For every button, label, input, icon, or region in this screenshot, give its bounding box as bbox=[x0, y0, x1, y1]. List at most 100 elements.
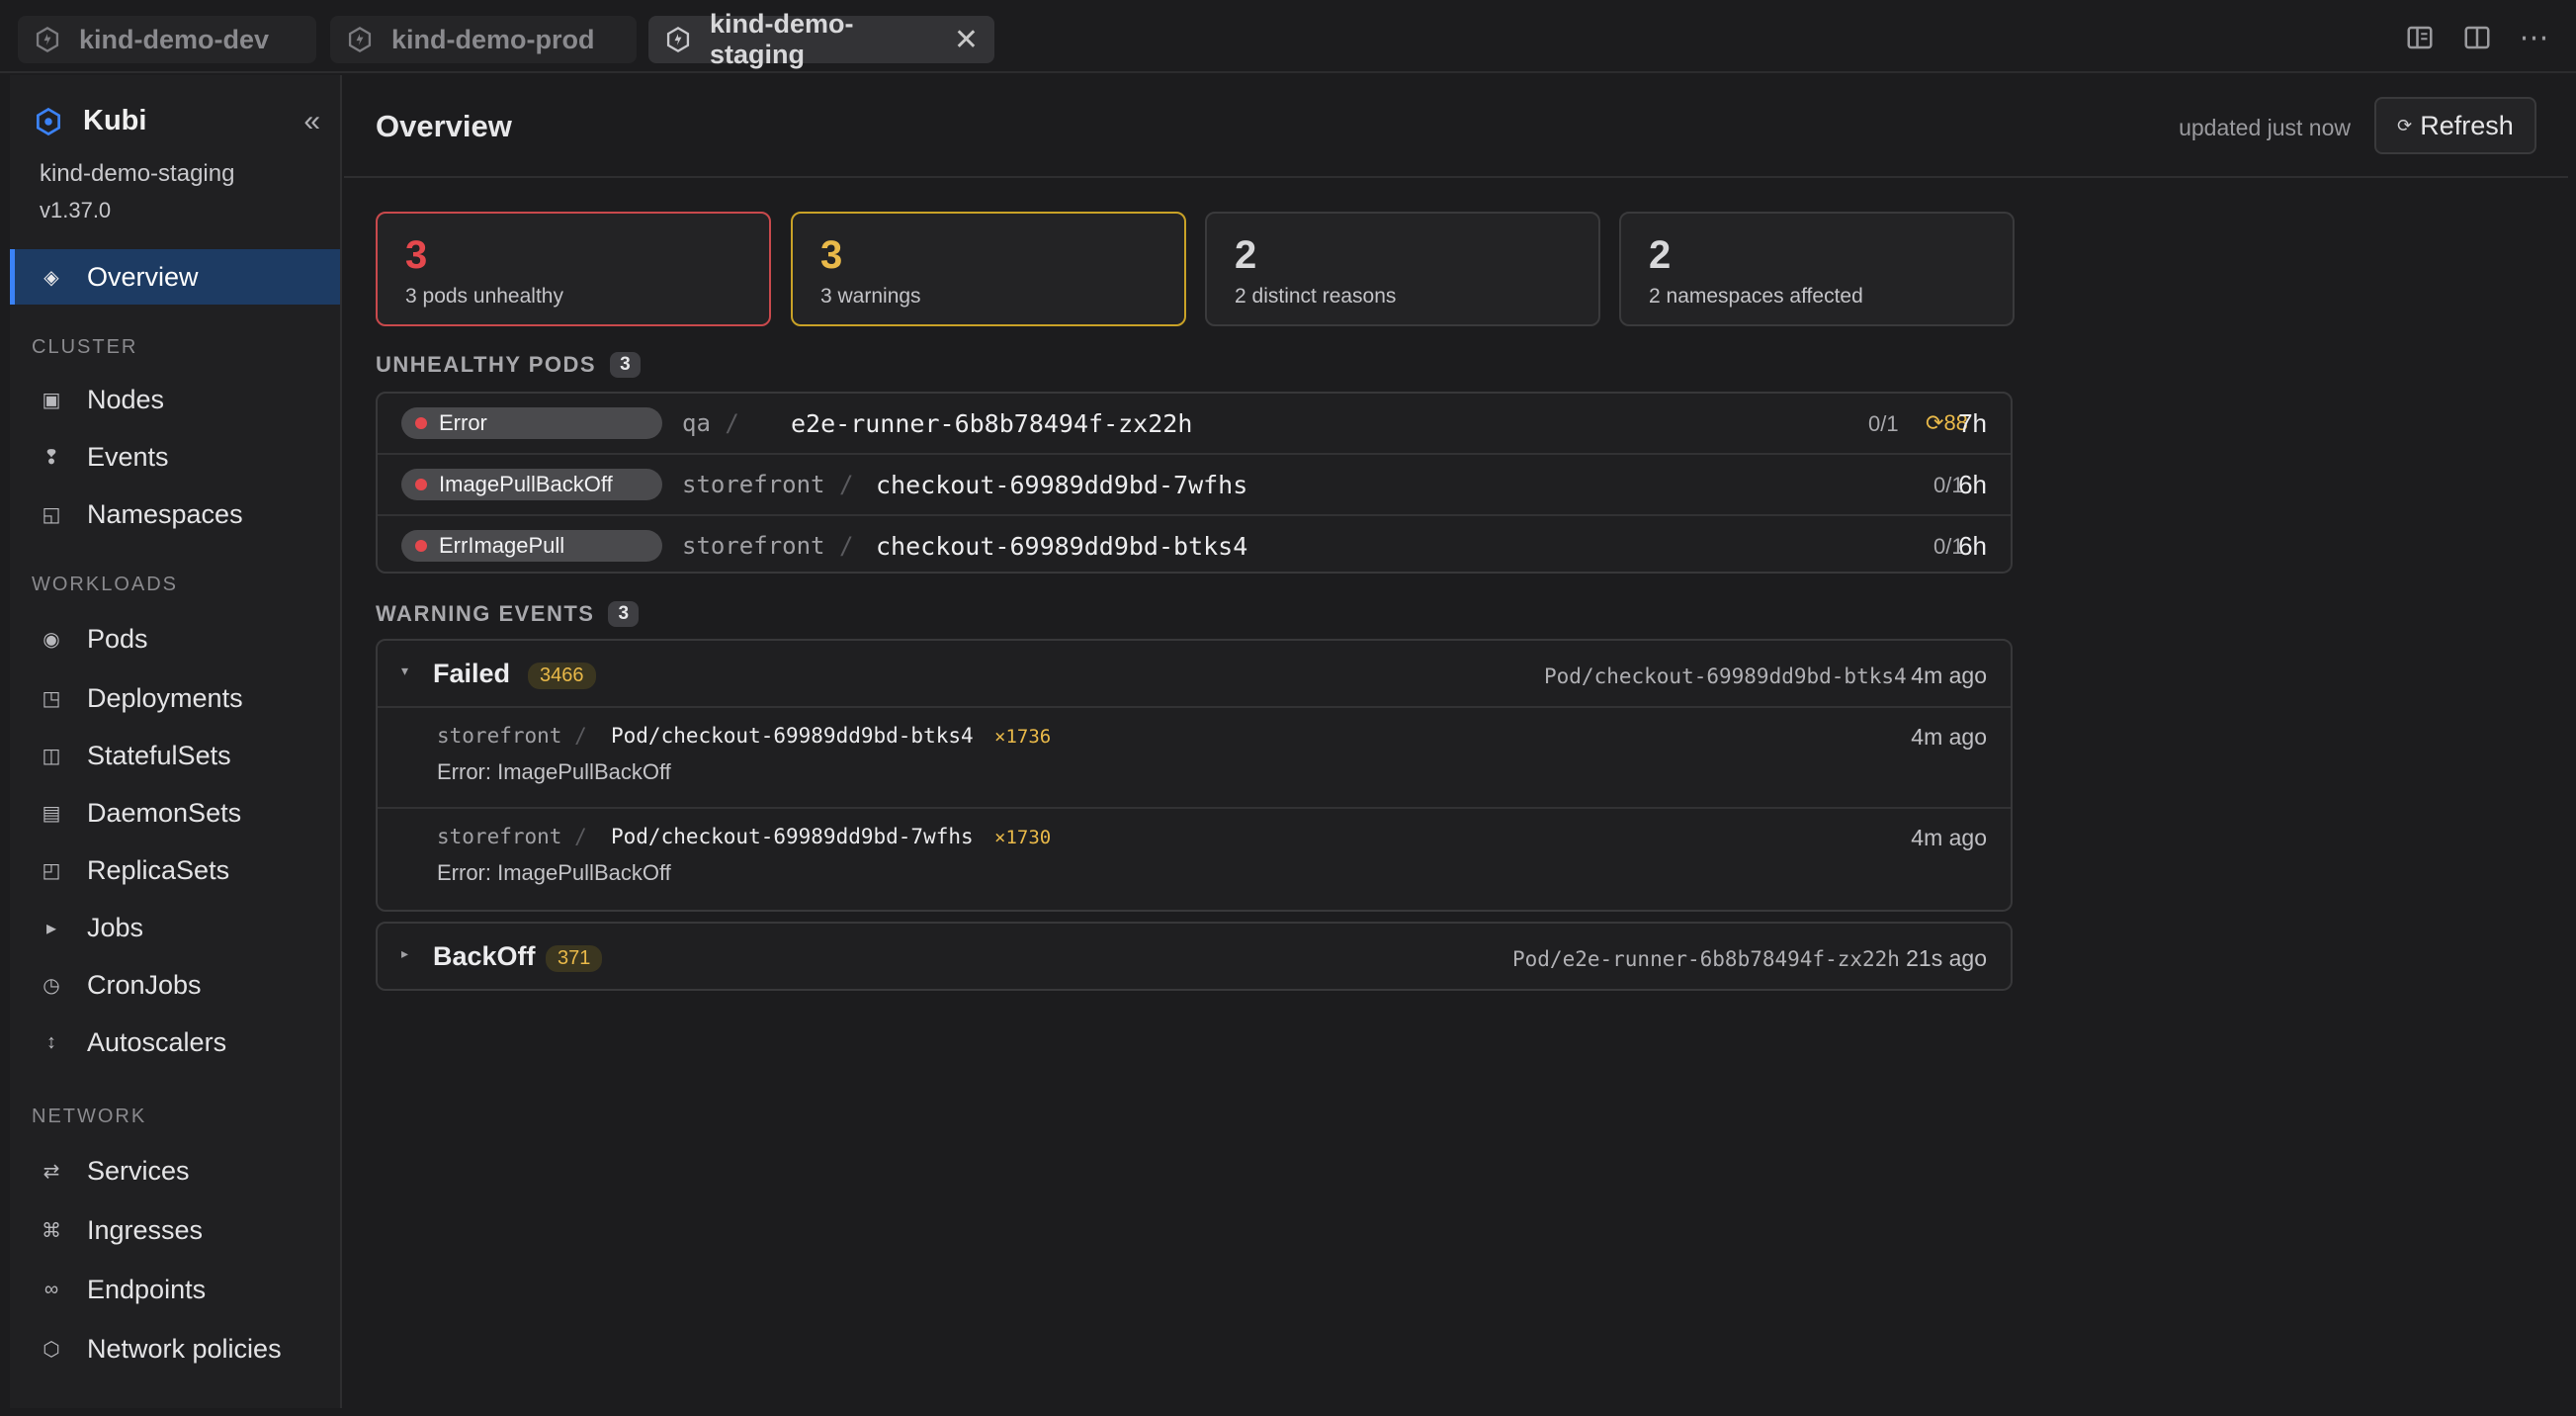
count-badge: 3 bbox=[608, 601, 640, 627]
tab-label: kind-demo-staging bbox=[710, 9, 854, 69]
panel-toggle-icon[interactable] bbox=[2402, 20, 2438, 55]
kubi-logo-icon bbox=[37, 107, 60, 135]
warning-reason: Failed bbox=[433, 659, 511, 688]
last-seen: 4m ago bbox=[1911, 663, 1987, 688]
event-message: Error: ImagePullBackOff bbox=[437, 860, 671, 885]
sidebar-item-namespaces[interactable]: ◱ Namespaces bbox=[10, 487, 340, 542]
tab-kind-demo-dev[interactable]: kind-demo-dev bbox=[18, 16, 316, 63]
tab-kind-demo-prod[interactable]: kind-demo-prod bbox=[330, 16, 637, 63]
collapse-sidebar-icon[interactable]: « bbox=[303, 105, 320, 138]
sidebar-item-network-policies[interactable]: ⬡ Network policies bbox=[10, 1321, 340, 1376]
sidebar-item-ingresses[interactable]: ⌘ Ingresses bbox=[10, 1202, 340, 1258]
page-header: Overview updated just now ⟳ Refresh bbox=[344, 75, 2568, 178]
namespace-text: qa bbox=[682, 409, 711, 437]
split-view-icon[interactable] bbox=[2459, 20, 2495, 55]
updated-status: updated just now bbox=[2179, 115, 2351, 140]
pod-namespace: qa / bbox=[682, 409, 739, 437]
cluster-version: v1.37.0 bbox=[40, 198, 112, 222]
unhealthy-pods-heading: UNHEALTHY PODS 3 bbox=[376, 352, 641, 378]
sidebar-item-cronjobs[interactable]: ◷ CronJobs bbox=[10, 957, 340, 1013]
sidebar-item-daemonsets[interactable]: ▤ DaemonSets bbox=[10, 785, 340, 841]
card-namespaces-affected[interactable]: 2 2 namespaces affected bbox=[1619, 212, 2015, 326]
sidebar-item-label: Overview bbox=[87, 261, 199, 292]
tab-label: kind-demo-prod bbox=[391, 24, 595, 54]
sidebar-item-label: Deployments bbox=[87, 682, 243, 713]
kubernetes-icon bbox=[666, 26, 690, 53]
chevron-down-icon: ▾ bbox=[401, 663, 409, 678]
unhealthy-pods-list: Error qa / e2e-runner-6b8b78494f-zx22h 0… bbox=[376, 392, 2013, 574]
event-row[interactable]: storefront / Pod/checkout-69989dd9bd-btk… bbox=[378, 706, 2011, 807]
event-multiplier: ×1730 bbox=[994, 827, 1052, 848]
card-value: 3 bbox=[820, 233, 843, 277]
tab-bar: kind-demo-dev kind-demo-prod kind-demo-s… bbox=[0, 0, 2576, 73]
tab-kind-demo-staging[interactable]: kind-demo-staging ✕ bbox=[648, 9, 994, 69]
sidebar-item-overview[interactable]: ◈ Overview bbox=[10, 249, 340, 305]
card-label: 2 distinct reasons bbox=[1235, 285, 1397, 308]
sidebar-item-statefulsets[interactable]: ◫ StatefulSets bbox=[10, 728, 340, 783]
deployment-icon: ◳ bbox=[42, 687, 61, 710]
sidebar-item-endpoints[interactable]: ∞ Endpoints bbox=[10, 1262, 340, 1317]
sidebar-item-label: Nodes bbox=[87, 384, 165, 414]
sidebar: Kubi « kind-demo-staging v1.37.0 ◈ Overv… bbox=[10, 75, 342, 1408]
sidebar-item-label: Namespaces bbox=[87, 498, 243, 529]
namespace-text: storefront bbox=[682, 471, 825, 498]
pod-row[interactable]: ErrImagePull storefront / checkout-69989… bbox=[378, 514, 2011, 572]
status-badge: Error bbox=[401, 407, 662, 439]
hexagon-icon: ⬡ bbox=[43, 1338, 60, 1361]
section-title: WARNING EVENTS bbox=[376, 601, 595, 626]
refresh-icon: ⟳ bbox=[2397, 115, 2413, 135]
card-distinct-reasons[interactable]: 2 2 distinct reasons bbox=[1205, 212, 1600, 326]
kubernetes-icon bbox=[348, 26, 372, 53]
occurrence-count: 3466 bbox=[528, 663, 596, 689]
pod-row[interactable]: Error qa / e2e-runner-6b8b78494f-zx22h 0… bbox=[378, 394, 2011, 453]
sidebar-item-services[interactable]: ⇄ Services bbox=[10, 1143, 340, 1198]
separator: / bbox=[838, 532, 854, 560]
refresh-button[interactable]: ⟳ Refresh bbox=[2374, 97, 2536, 154]
replicaset-icon: ◰ bbox=[42, 859, 61, 882]
event-time: 4m ago bbox=[1911, 825, 1987, 850]
event-row[interactable]: storefront / Pod/checkout-69989dd9bd-7wf… bbox=[378, 807, 2011, 908]
section-title: UNHEALTHY PODS bbox=[376, 352, 597, 377]
error-dot-icon bbox=[415, 417, 427, 429]
status-text: ImagePullBackOff bbox=[439, 472, 613, 496]
close-tab-icon[interactable]: ✕ bbox=[954, 23, 979, 57]
pod-row[interactable]: ImagePullBackOff storefront / checkout-6… bbox=[378, 453, 2011, 512]
sidebar-item-label: Pods bbox=[87, 623, 148, 654]
card-pods-unhealthy[interactable]: 3 3 pods unhealthy bbox=[376, 212, 771, 326]
warning-group-header[interactable]: ▸ BackOff 371 Pod/e2e-runner-6b8b78494f-… bbox=[378, 924, 2011, 989]
error-dot-icon bbox=[415, 540, 427, 552]
restart-icon: ⟳ bbox=[1926, 410, 1944, 435]
autoscale-icon: ↕ bbox=[46, 1030, 56, 1053]
sidebar-item-label: Endpoints bbox=[87, 1274, 207, 1304]
sidebar-item-deployments[interactable]: ◳ Deployments bbox=[10, 670, 340, 726]
chevron-right-icon: ▸ bbox=[401, 945, 409, 961]
status-text: Error bbox=[439, 410, 487, 435]
node-icon: ▣ bbox=[42, 389, 61, 411]
separator: / bbox=[574, 825, 587, 848]
involved-object: Pod/e2e-runner-6b8b78494f-zx22h bbox=[1512, 947, 1900, 971]
sidebar-item-replicasets[interactable]: ◰ ReplicaSets bbox=[10, 842, 340, 898]
cluster-context: kind-demo-staging bbox=[40, 160, 235, 187]
status-badge: ImagePullBackOff bbox=[401, 469, 662, 500]
warning-group-backoff: ▸ BackOff 371 Pod/e2e-runner-6b8b78494f-… bbox=[376, 922, 2013, 991]
sidebar-item-autoscalers[interactable]: ↕ Autoscalers bbox=[10, 1015, 340, 1070]
card-warnings[interactable]: 3 3 warnings bbox=[791, 212, 1186, 326]
section-network: NETWORK bbox=[32, 1106, 147, 1127]
sidebar-item-jobs[interactable]: ▸ Jobs bbox=[10, 900, 340, 955]
event-icon: ❢ bbox=[43, 446, 60, 469]
sidebar-item-pods[interactable]: ◉ Pods bbox=[10, 611, 340, 666]
sidebar-item-events[interactable]: ❢ Events bbox=[10, 429, 340, 485]
warning-group-failed: ▾ Failed 3466 Pod/checkout-69989dd9bd-bt… bbox=[376, 639, 2013, 912]
statefulset-icon: ◫ bbox=[42, 745, 61, 767]
pod-namespace: storefront / bbox=[682, 471, 853, 498]
occurrence-count: 371 bbox=[546, 945, 603, 972]
namespace-text: storefront bbox=[437, 825, 562, 848]
pod-name: e2e-runner-6b8b78494f-zx22h bbox=[791, 409, 1193, 438]
sidebar-item-nodes[interactable]: ▣ Nodes bbox=[10, 372, 340, 427]
refresh-label: Refresh bbox=[2420, 110, 2514, 140]
arrows-exchange-icon: ⇄ bbox=[43, 1160, 60, 1183]
warning-group-header[interactable]: ▾ Failed 3466 Pod/checkout-69989dd9bd-bt… bbox=[378, 641, 2011, 706]
pod-age: 6h bbox=[1958, 470, 1987, 499]
pod-ready: 0/1 bbox=[1868, 411, 1899, 436]
more-options-icon[interactable]: ⋯ bbox=[2517, 20, 2552, 55]
